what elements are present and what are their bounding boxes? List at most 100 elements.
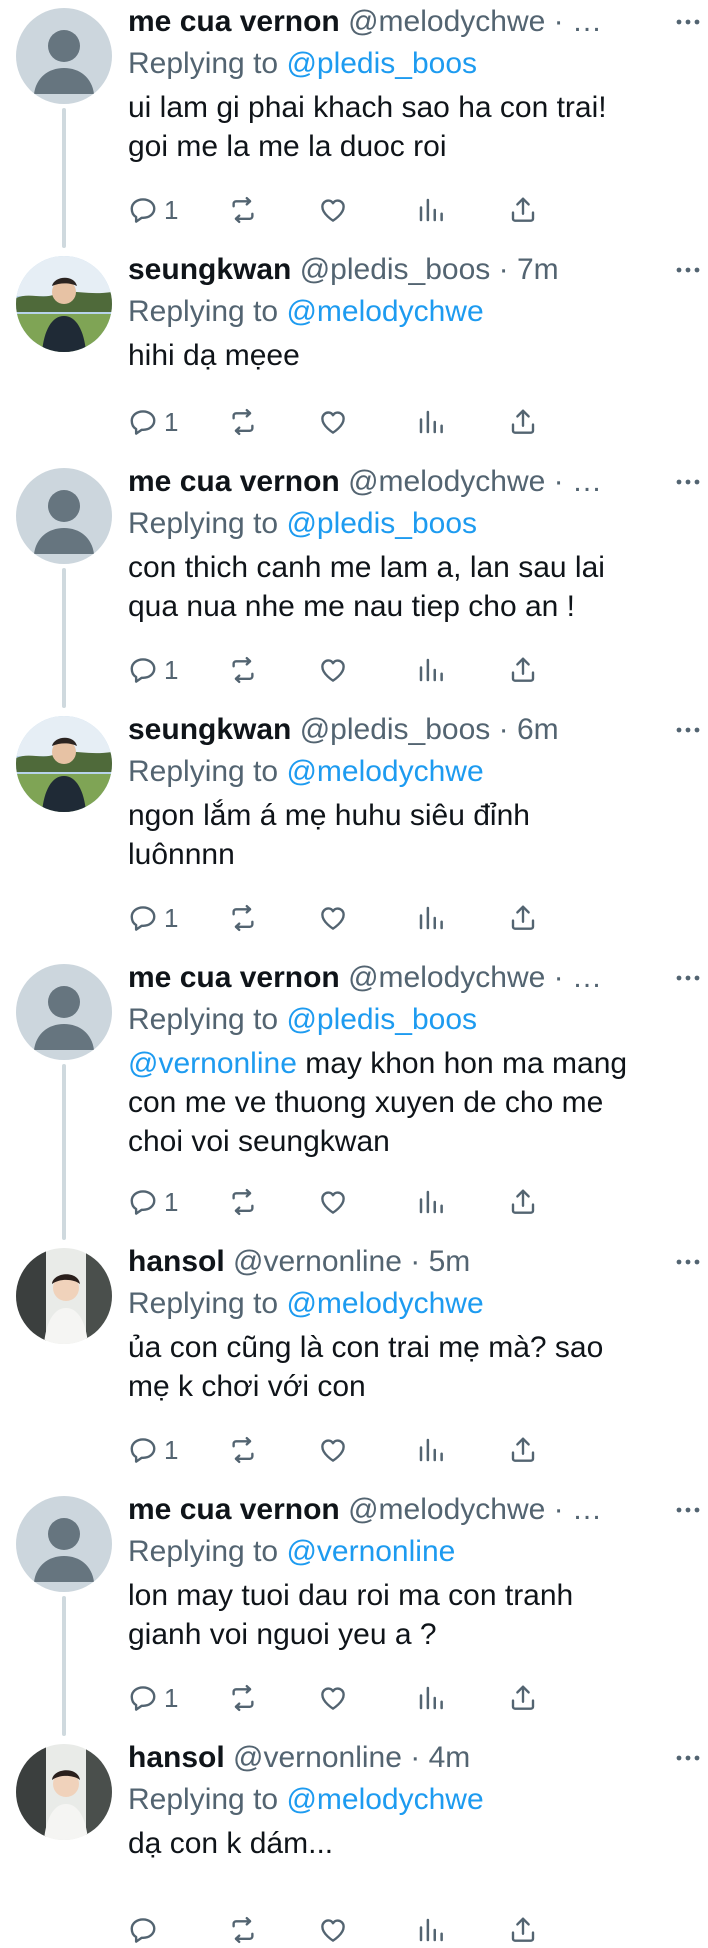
views-button[interactable] (416, 1184, 446, 1220)
views-button[interactable] (416, 1912, 446, 1948)
username-handle[interactable]: @melodychwe (348, 961, 545, 994)
share-button[interactable] (508, 652, 538, 688)
display-name[interactable]: me cua vernon (128, 5, 340, 38)
reply-button[interactable]: 1 (128, 192, 178, 228)
text-segment: ui lam gi phai khach sao ha con trai! (128, 91, 607, 124)
replying-to-mention[interactable]: @melodychwe (286, 1783, 483, 1816)
tweet-timestamp[interactable]: · 6m (499, 713, 559, 746)
share-button[interactable] (508, 192, 538, 228)
like-icon (318, 1187, 348, 1217)
like-button[interactable] (318, 1680, 348, 1716)
replying-to: Replying to @pledis_boos (128, 44, 692, 84)
like-button[interactable] (318, 652, 348, 688)
display-name[interactable]: me cua vernon (128, 465, 340, 498)
like-button[interactable] (318, 1184, 348, 1220)
views-button[interactable] (416, 404, 446, 440)
like-icon (318, 1435, 348, 1465)
reply-button[interactable]: 1 (128, 1680, 178, 1716)
views-icon (416, 407, 446, 437)
reply-button[interactable] (128, 1912, 164, 1948)
username-handle[interactable]: @melodychwe (348, 1493, 545, 1526)
mention-link[interactable]: @vernonline (128, 1047, 297, 1080)
tweet-text-line: qua nua nhe me nau tiep cho an ! (128, 587, 692, 626)
retweet-button[interactable] (228, 652, 258, 688)
tweet-timestamp[interactable]: · 7m (499, 253, 559, 286)
tweet-content: hansol @vernonline · 4m Replying to @melo… (128, 1736, 692, 1944)
like-button[interactable] (318, 192, 348, 228)
avatar[interactable] (16, 1248, 112, 1344)
avatar[interactable] (16, 1744, 112, 1840)
share-button[interactable] (508, 1912, 538, 1948)
avatar[interactable] (16, 1496, 112, 1592)
display-name[interactable]: seungkwan (128, 253, 291, 286)
retweet-button[interactable] (228, 1432, 258, 1468)
avatar[interactable] (16, 468, 112, 564)
retweet-button[interactable] (228, 900, 258, 936)
display-name[interactable]: hansol (128, 1245, 225, 1278)
retweet-button[interactable] (228, 404, 258, 440)
username-handle[interactable]: @pledis_boos (300, 713, 491, 746)
share-button[interactable] (508, 1680, 538, 1716)
retweet-button[interactable] (228, 1680, 258, 1716)
username-handle[interactable]: @pledis_boos (300, 253, 491, 286)
like-button[interactable] (318, 1912, 348, 1948)
username-handle[interactable]: @vernonline (233, 1741, 402, 1774)
tweet-text-line: luônnnn (128, 835, 692, 874)
avatar[interactable] (16, 716, 112, 812)
share-button[interactable] (508, 1432, 538, 1468)
replying-to-label: Replying to (128, 755, 279, 788)
like-button[interactable] (318, 1432, 348, 1468)
reply-icon (128, 1187, 158, 1217)
display-name[interactable]: me cua vernon (128, 1493, 340, 1526)
tweet-timestamp[interactable]: · … (554, 465, 602, 498)
replying-to-mention[interactable]: @vernonline (286, 1535, 455, 1568)
username-handle[interactable]: @vernonline (233, 1245, 402, 1278)
like-icon (318, 1683, 348, 1713)
display-name[interactable]: me cua vernon (128, 961, 340, 994)
display-name[interactable]: seungkwan (128, 713, 291, 746)
tweet-timestamp[interactable]: · 5m (410, 1245, 470, 1278)
username-handle[interactable]: @melodychwe (348, 465, 545, 498)
replying-to-mention[interactable]: @melodychwe (286, 755, 483, 788)
tweet-text: lon may tuoi dau roi ma con tranh gianh v… (128, 1576, 692, 1654)
replying-to-mention[interactable]: @pledis_boos (286, 1003, 477, 1036)
replying-to-mention[interactable]: @melodychwe (286, 1287, 483, 1320)
replying-to-mention[interactable]: @pledis_boos (286, 507, 477, 540)
tweet-content: me cua vernon @melodychwe · … Replying to… (128, 956, 692, 1217)
reply-button[interactable]: 1 (128, 900, 178, 936)
views-button[interactable] (416, 1432, 446, 1468)
reply-count: 1 (164, 1186, 179, 1217)
share-button[interactable] (508, 404, 538, 440)
avatar[interactable] (16, 8, 112, 104)
like-button[interactable] (318, 404, 348, 440)
reply-button[interactable]: 1 (128, 1432, 178, 1468)
avatar[interactable] (16, 256, 112, 352)
tweet-timestamp[interactable]: · … (554, 1493, 602, 1526)
tweet-text-line: con thich canh me lam a, lan sau lai (128, 548, 692, 587)
replying-to-mention[interactable]: @pledis_boos (286, 47, 477, 80)
replying-to: Replying to @melodychwe (128, 1284, 692, 1324)
avatar[interactable] (16, 964, 112, 1060)
reply-count: 1 (164, 194, 179, 225)
tweet-header: seungkwan @pledis_boos · 7m (128, 248, 692, 292)
reply-button[interactable]: 1 (128, 1184, 178, 1220)
retweet-button[interactable] (228, 1912, 258, 1948)
views-button[interactable] (416, 1680, 446, 1716)
thread-connector-line (62, 108, 66, 248)
username-handle[interactable]: @melodychwe (348, 5, 545, 38)
tweet-timestamp[interactable]: · … (554, 961, 602, 994)
share-button[interactable] (508, 900, 538, 936)
share-button[interactable] (508, 1184, 538, 1220)
tweet-timestamp[interactable]: · 4m (410, 1741, 470, 1774)
display-name[interactable]: hansol (128, 1741, 225, 1774)
views-button[interactable] (416, 900, 446, 936)
reply-button[interactable]: 1 (128, 652, 178, 688)
retweet-button[interactable] (228, 1184, 258, 1220)
reply-button[interactable]: 1 (128, 404, 178, 440)
replying-to-mention[interactable]: @melodychwe (286, 295, 483, 328)
views-button[interactable] (416, 192, 446, 228)
retweet-button[interactable] (228, 192, 258, 228)
tweet-timestamp[interactable]: · … (554, 5, 602, 38)
like-button[interactable] (318, 900, 348, 936)
views-button[interactable] (416, 652, 446, 688)
